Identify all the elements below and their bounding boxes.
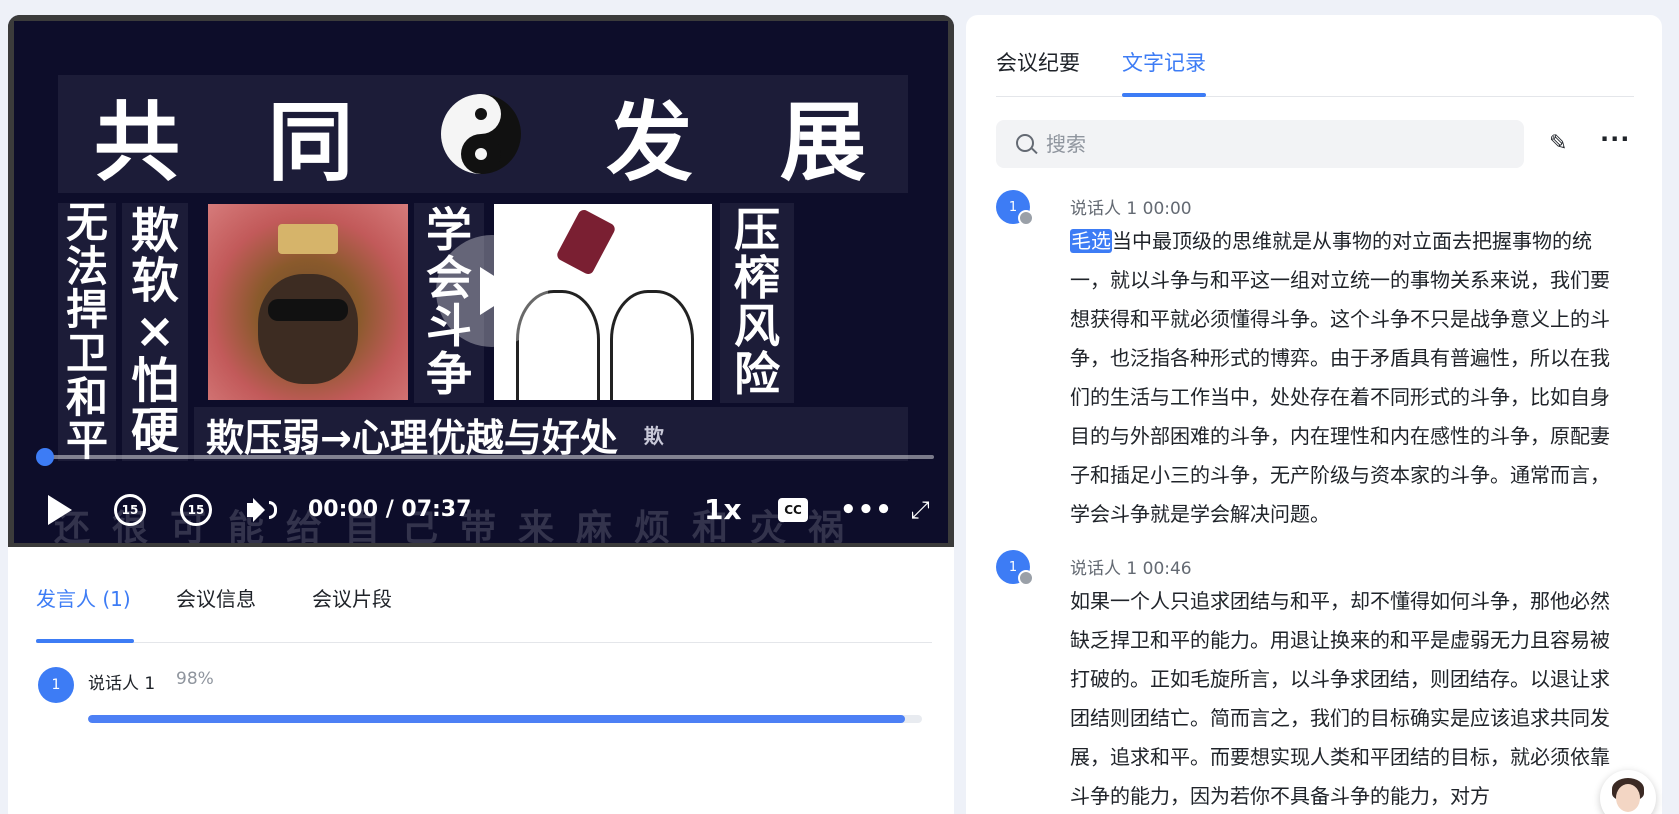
speaker-stat-row[interactable]: 1 说话人 1 98% [38, 661, 938, 723]
col-char: × [134, 303, 176, 360]
play-overlay-button[interactable] [436, 235, 548, 347]
title-char: 展 [780, 92, 868, 193]
time-display: 00:00 / 07:37 [308, 497, 472, 522]
col-char: 和 [65, 372, 108, 422]
skip-back-label: 15 [121, 503, 139, 517]
col-char: 争 [426, 346, 472, 401]
yin-yang-icon [441, 94, 521, 174]
bottom-banner-small: 欺 [643, 423, 664, 448]
progress-knob[interactable] [36, 448, 54, 466]
video-column-5: 压 榨 风 险 [720, 203, 794, 403]
tab-speakers[interactable]: 发言人 (1) [36, 581, 134, 643]
entry-text[interactable]: 毛选当中最顶级的思维就是从事物的对立面去把握事物的统一，就以斗争与和平这一组对立… [1070, 222, 1616, 534]
right-panel: 会议纪要 文字记录 ✎ ··· 1 说话人 1 00:00 毛选当中最顶级的思维… [966, 15, 1662, 814]
col-char: 卫 [65, 329, 108, 378]
col-char: 硬 [130, 402, 179, 459]
col-char: 法 [65, 241, 108, 291]
col-char: 捍 [65, 285, 108, 335]
progress-track[interactable] [40, 455, 934, 459]
col-char: 榨 [734, 251, 780, 306]
search-highlight: 毛选 [1070, 229, 1112, 253]
col-char: 风 [734, 299, 780, 353]
tab-transcript[interactable]: 文字记录 [1122, 47, 1206, 97]
left-panel: 共 同 发 展 无 法 捍 卫 和 平 欺 软 × 怕 硬 学 会 斗 争 压 … [8, 15, 954, 814]
tab-summary[interactable]: 会议纪要 [996, 47, 1080, 77]
entry-text[interactable]: 如果一个人只追求团结与和平，却不懂得如何斗争，那他必然缺乏捍卫和平的能力。用退让… [1070, 582, 1616, 814]
speed-button[interactable]: 1x [704, 493, 742, 526]
play-icon[interactable] [46, 493, 74, 527]
speaker-percent: 98% [176, 669, 214, 689]
search-box[interactable] [996, 120, 1524, 168]
video-controls: 15 15 00:00 / 07:37 1x CC ••• ⤢ [14, 485, 948, 535]
speaker-name: 说话人 1 [88, 674, 156, 694]
video-player[interactable]: 共 同 发 展 无 法 捍 卫 和 平 欺 软 × 怕 硬 学 会 斗 争 压 … [8, 15, 954, 547]
volume-icon[interactable] [246, 495, 278, 525]
title-char: 发 [606, 92, 695, 193]
left-tab-bar: 发言人 (1) 会议信息 会议片段 [36, 581, 932, 643]
monkey-king-image [208, 204, 408, 400]
right-tab-bar: 会议纪要 文字记录 [996, 15, 1634, 97]
col-char: 无 [65, 197, 108, 247]
entry-meta: 说话人 1 00:00 [1070, 199, 1192, 219]
fullscreen-icon[interactable]: ⤢ [906, 496, 934, 524]
more-icon[interactable]: ··· [1600, 125, 1630, 153]
col-char: 压 [734, 203, 780, 258]
tab-meeting-info[interactable]: 会议信息 [176, 581, 256, 641]
video-title-banner: 共 同 发 展 [58, 75, 908, 193]
tab-meeting-clips[interactable]: 会议片段 [312, 581, 392, 641]
entry-body: 如果一个人只追求团结与和平，却不懂得如何斗争，那他必然缺乏捍卫和平的能力。用退让… [1070, 589, 1610, 808]
bottom-banner-text: 欺压弱→心理优越与好处 [206, 415, 618, 460]
transcript-entry[interactable]: 1 说话人 1 00:46 如果一个人只追求团结与和平，却不懂得如何斗争，那他必… [996, 550, 1636, 814]
speaker-progress-bar [88, 715, 922, 723]
entry-body: 当中最顶级的思维就是从事物的对立面去把握事物的统一，就以斗争与和平这一组对立统一… [1070, 229, 1610, 526]
edit-icon[interactable]: ✎ [1549, 131, 1575, 157]
title-char: 同 [267, 92, 356, 193]
col-char: 软 [130, 253, 179, 310]
transcript-entry[interactable]: 1 说话人 1 00:00 毛选当中最顶级的思维就是从事物的对立面去把握事物的统… [996, 190, 1636, 530]
edit-badge-icon [1018, 210, 1034, 226]
col-char: 怕 [130, 352, 179, 409]
video-bottom-banner: 欺压弱→心理优越与好处 欺 [194, 407, 908, 461]
skip-forward-label: 15 [187, 503, 205, 517]
captions-icon[interactable]: CC [778, 498, 808, 522]
video-column-1: 无 法 捍 卫 和 平 [58, 197, 116, 463]
more-options-icon[interactable]: ••• [840, 495, 893, 525]
col-char: 险 [734, 346, 780, 401]
search-icon [1016, 134, 1034, 152]
edit-badge-icon [1018, 570, 1034, 586]
avatar: 1 [38, 667, 74, 703]
title-char: 共 [94, 92, 182, 193]
entry-meta: 说话人 1 00:46 [1070, 559, 1192, 579]
speaker-progress-fill [88, 715, 906, 723]
video-column-2: 欺 软 × 怕 硬 [122, 203, 188, 461]
skip-forward-icon[interactable]: 15 [180, 494, 212, 526]
col-char: 欺 [130, 203, 179, 260]
skip-back-icon[interactable]: 15 [114, 494, 146, 526]
search-input[interactable] [1046, 132, 1524, 156]
